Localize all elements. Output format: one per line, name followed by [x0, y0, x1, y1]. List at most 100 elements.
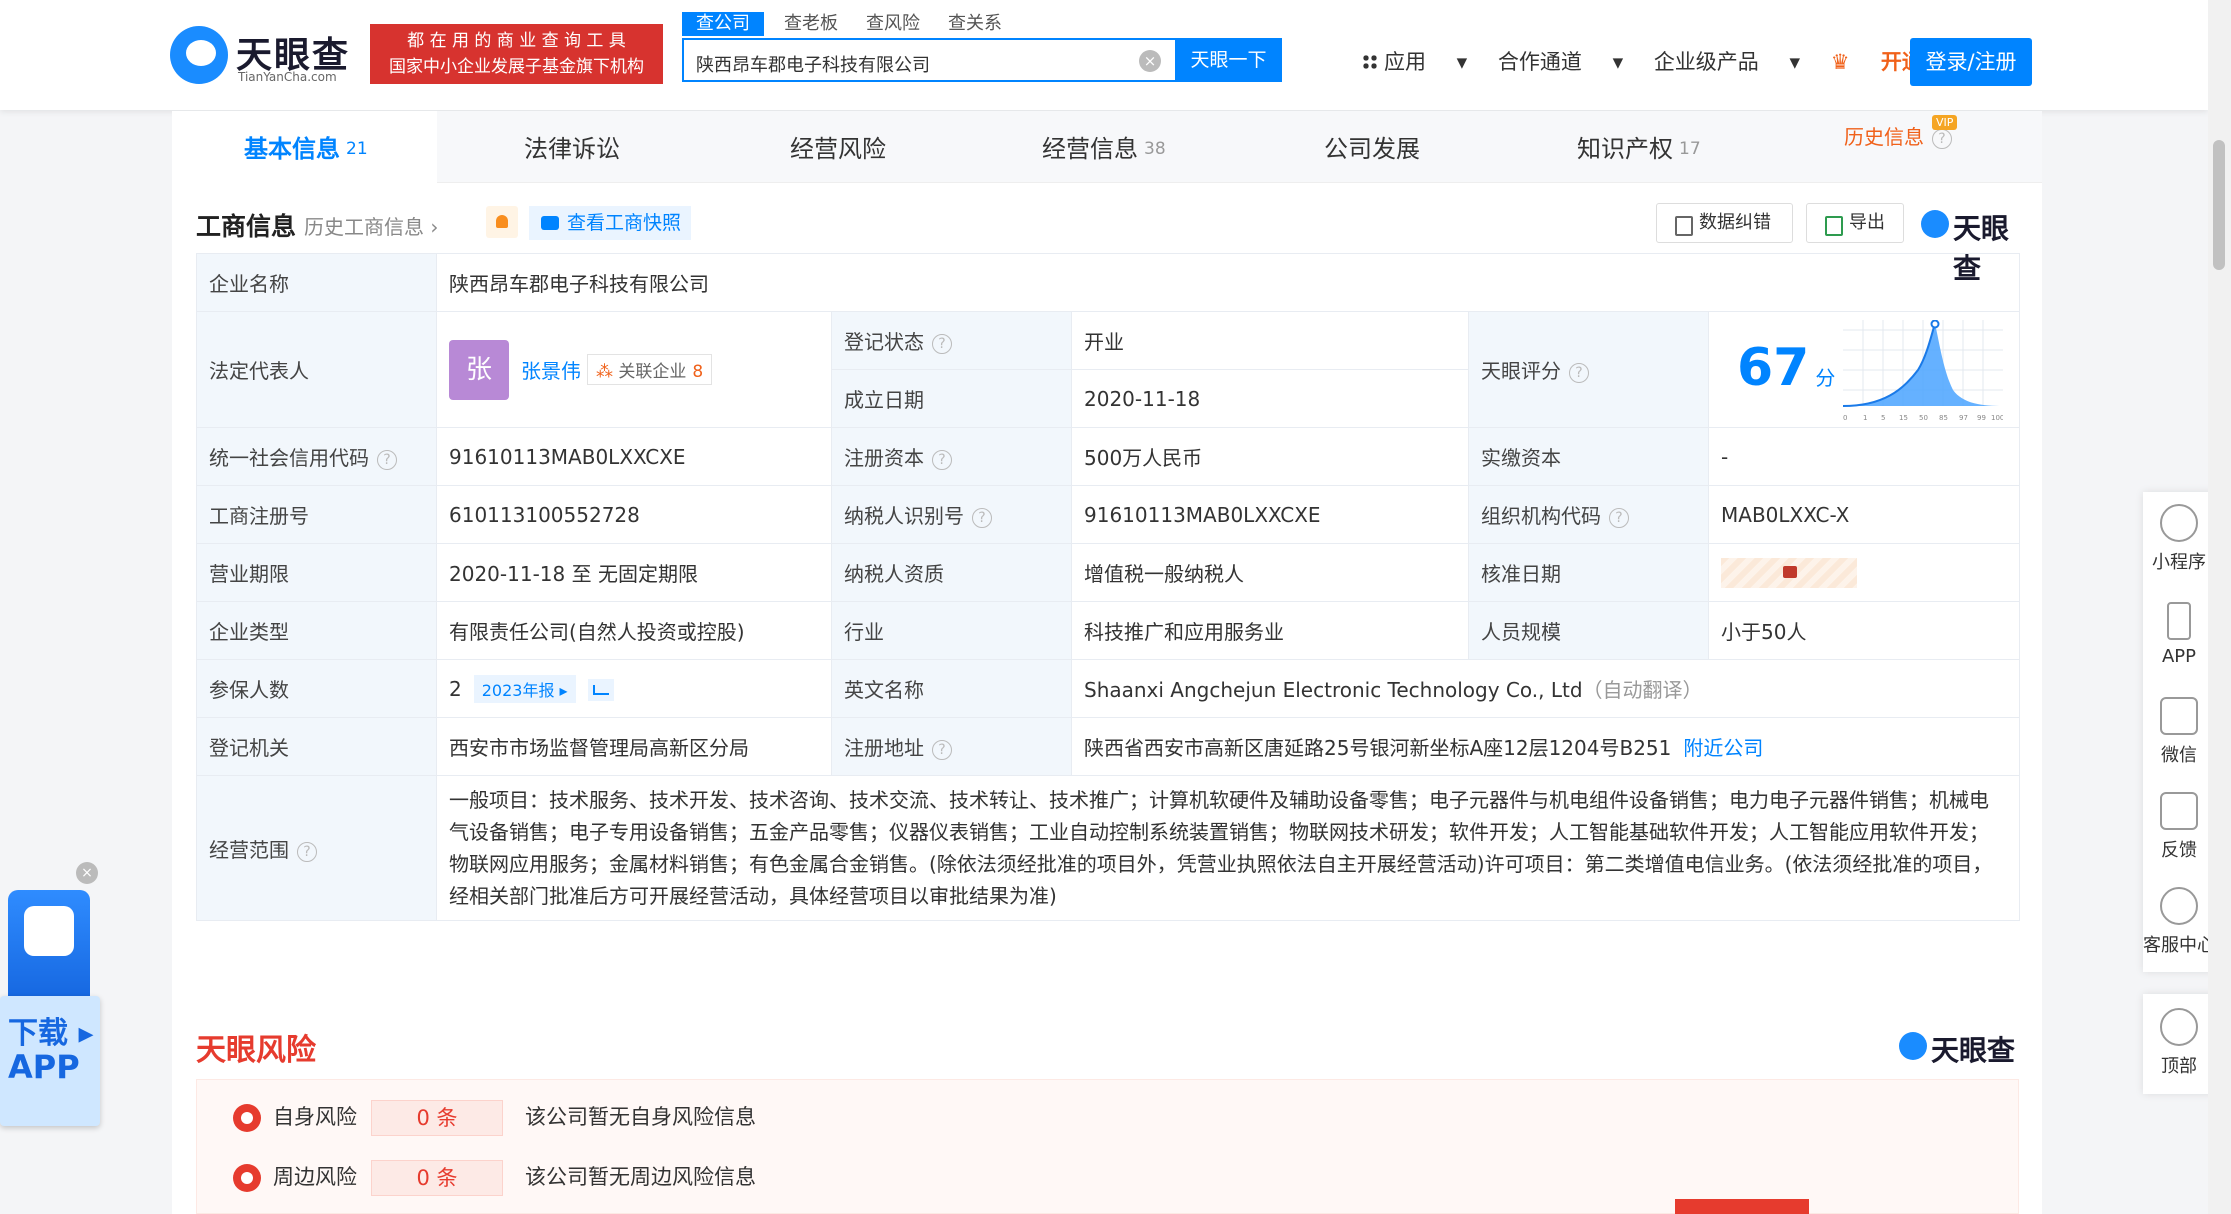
risk-panel: 自身风险 0 条该公司暂无自身风险信息 周边风险 0 条该公司暂无周边风险信息 — [196, 1079, 2019, 1214]
legal-rep-link[interactable]: 张景伟 — [521, 359, 581, 383]
insured-cell: 2 2023年报 ▸ — [436, 659, 832, 718]
sidebar-label: 客服中心 — [2143, 935, 2215, 956]
help-icon[interactable]: ? — [972, 508, 992, 528]
correct-data-button[interactable]: 数据纠错 — [1656, 203, 1793, 243]
tab-basic-info[interactable]: 基本信息 21 — [244, 129, 368, 164]
lock-icon[interactable] — [1721, 557, 1857, 588]
search-button[interactable]: 天眼一下 — [1175, 38, 1282, 82]
tab-search-boss[interactable]: 查老板 — [784, 12, 838, 36]
company-tabs: 基本信息 21 法律诉讼 经营风险 经营信息 38 公司发展 知识产权 17 历史信息… — [172, 111, 2042, 183]
around-risk-count: 0 条 — [371, 1160, 503, 1196]
snapshot-button[interactable]: 查看工商快照 — [529, 206, 691, 240]
nav-enterprise[interactable]: 企业级产品 ▾ — [1654, 50, 1800, 74]
tab-development[interactable]: 公司发展 — [1324, 129, 1420, 164]
avatar[interactable]: 张 — [449, 339, 509, 400]
reg-number-value: 610113100552728 — [436, 485, 832, 544]
trend-chart-icon[interactable] — [587, 679, 614, 701]
table-row: 企业名称 陕西昂车郡电子科技有限公司 — [196, 253, 2020, 312]
download-line1: 下载 ▸ — [8, 1016, 94, 1051]
search-input-value: 陕西昂车郡电子科技有限公司 — [696, 55, 930, 76]
table-row: 法定代表人 张张景伟⁂ 关联企业8 登记状态? 开业 天眼评分? 67分 — [196, 311, 2020, 428]
help-icon[interactable]: ? — [932, 740, 952, 760]
bell-icon[interactable] — [486, 206, 518, 238]
history-link[interactable]: 历史工商信息 › — [304, 211, 438, 240]
close-icon[interactable]: × — [76, 862, 98, 884]
around-risk-row[interactable]: 周边风险 0 条该公司暂无周边风险信息 — [233, 1160, 756, 1200]
help-icon[interactable]: ? — [1569, 363, 1589, 383]
login-button[interactable]: 登录/注册 — [1910, 38, 2032, 86]
sidebar-app[interactable]: APP — [2143, 602, 2215, 667]
sidebar-mini-program[interactable]: 小程序 — [2143, 504, 2215, 574]
sidebar-label: 微信 — [2161, 745, 2197, 766]
table-row: 参保人数 2 2023年报 ▸ 英文名称 Shaanxi Angchejun El… — [196, 659, 2020, 718]
org-code-value: MAB0LXXC-X — [1708, 485, 2020, 544]
sidebar-top[interactable]: 顶部 — [2143, 1008, 2215, 1078]
nav-apps[interactable]: 应用 ▾ — [1362, 50, 1467, 74]
search-input[interactable]: 陕西昂车郡电子科技有限公司 × — [682, 38, 1175, 82]
tab-operating-info[interactable]: 经营信息 38 — [1042, 129, 1166, 164]
svg-text:97: 97 — [1959, 414, 1968, 422]
headset-icon — [2160, 887, 2198, 925]
nav-partner[interactable]: 合作通道 ▾ — [1498, 50, 1623, 74]
help-icon[interactable]: ? — [1609, 508, 1629, 528]
feedback-icon — [2160, 792, 2198, 830]
badge-line2: 国家中小企业发展子基金旗下机构 — [389, 57, 644, 77]
rocket-icon — [2160, 1008, 2198, 1046]
label-tax-id: 纳税人识别号? — [831, 485, 1072, 544]
eye-logo-icon — [170, 26, 228, 84]
tianyancha-logo[interactable]: 天眼查 TianYanCha.com — [170, 24, 370, 88]
export-button[interactable]: 导出 — [1806, 203, 1904, 243]
business-info-table: 企业名称 陕西昂车郡电子科技有限公司 法定代表人 张张景伟 ⁂ 关联企业 8 登记状… — [196, 253, 2020, 921]
score-number: 67 — [1737, 338, 1810, 398]
sidebar-service[interactable]: 客服中心 — [2143, 887, 2215, 957]
tab-search-company[interactable]: 查公司 — [682, 12, 764, 36]
help-icon[interactable]: ? — [297, 841, 317, 862]
label-text: 组织机构代码 — [1481, 504, 1601, 528]
risk-action-button[interactable] — [1675, 1199, 1809, 1214]
tab-operating-risk[interactable]: 经营风险 — [790, 129, 886, 164]
tab-ip[interactable]: 知识产权 17 — [1577, 129, 1701, 164]
approve-date-cell — [1708, 543, 2020, 602]
nearby-companies-link[interactable]: 附近公司 — [1683, 736, 1763, 760]
label-company-type: 企业类型 — [196, 601, 437, 660]
label-text: 纳税人识别号 — [844, 504, 964, 528]
score-cell: 67 分 0 1 5 15 50 85 97 99 100 — [1708, 311, 2020, 428]
tab-label: 公司发展 — [1324, 135, 1420, 163]
search-type-tabs: 查公司 查老板 查风险 查关系 — [682, 12, 1030, 36]
score-unit: 分 — [1815, 366, 1836, 390]
svg-text:5: 5 — [1881, 414, 1885, 422]
annual-report-link[interactable]: 2023年报 ▸ — [473, 674, 576, 703]
english-name-value: Shaanxi Angchejun Electronic Technology … — [1084, 678, 1583, 702]
back-to-top[interactable]: 顶部 — [2143, 994, 2215, 1094]
tab-label: 法律诉讼 — [524, 135, 620, 163]
tab-search-relation[interactable]: 查关系 — [948, 12, 1002, 36]
table-row: 经营范围? 一般项目：技术服务、技术开发、技术咨询、技术交流、技术转让、技术推广… — [196, 775, 2020, 921]
sidebar-wechat[interactable]: 微信 — [2143, 697, 2215, 767]
auto-translate-note: （自动翻译） — [1582, 678, 1703, 702]
svg-text:15: 15 — [1899, 414, 1908, 422]
section-header: 工商信息 历史工商信息 › 查看工商快照 数据纠错 导出 天眼查 — [196, 201, 2026, 285]
clear-icon[interactable]: × — [1139, 50, 1161, 72]
tab-label: 知识产权 — [1577, 135, 1673, 163]
address-cell: 陕西省西安市高新区唐延路25号银河新坐标A座12层1204号B251 附近公司 — [1071, 717, 2020, 776]
help-icon[interactable]: ? — [932, 334, 952, 354]
business-scope-value: 一般项目：技术服务、技术开发、技术咨询、技术交流、技术转让、技术推广；计算机软硬… — [436, 775, 2020, 921]
tax-qualification-value: 增值税一般纳税人 — [1071, 543, 1469, 602]
download-app-widget[interactable]: 下载 ▸ APP — [0, 890, 100, 1130]
tab-label: 基本信息 — [244, 135, 340, 163]
help-icon[interactable]: ? — [377, 450, 397, 470]
tab-lawsuit[interactable]: 法律诉讼 — [524, 129, 620, 164]
page-scrollbar[interactable] — [2208, 0, 2231, 1214]
self-risk-row[interactable]: 自身风险 0 条该公司暂无自身风险信息 — [233, 1100, 756, 1140]
label-term: 营业期限 — [196, 543, 437, 602]
svg-text:85: 85 — [1939, 414, 1948, 422]
sidebar-feedback[interactable]: 反馈 — [2143, 792, 2215, 862]
scrollbar-thumb[interactable] — [2213, 140, 2225, 270]
label-authority: 登记机关 — [196, 717, 437, 776]
related-companies[interactable]: ⁂ 关联企业 8 — [587, 354, 713, 385]
tab-search-risk[interactable]: 查风险 — [866, 12, 920, 36]
help-icon[interactable]: ? — [932, 450, 952, 470]
company-type-value: 有限责任公司(自然人投资或控股) — [436, 601, 832, 660]
grid-icon — [1362, 54, 1378, 70]
staff-size-value: 小于50人 — [1708, 601, 2020, 660]
